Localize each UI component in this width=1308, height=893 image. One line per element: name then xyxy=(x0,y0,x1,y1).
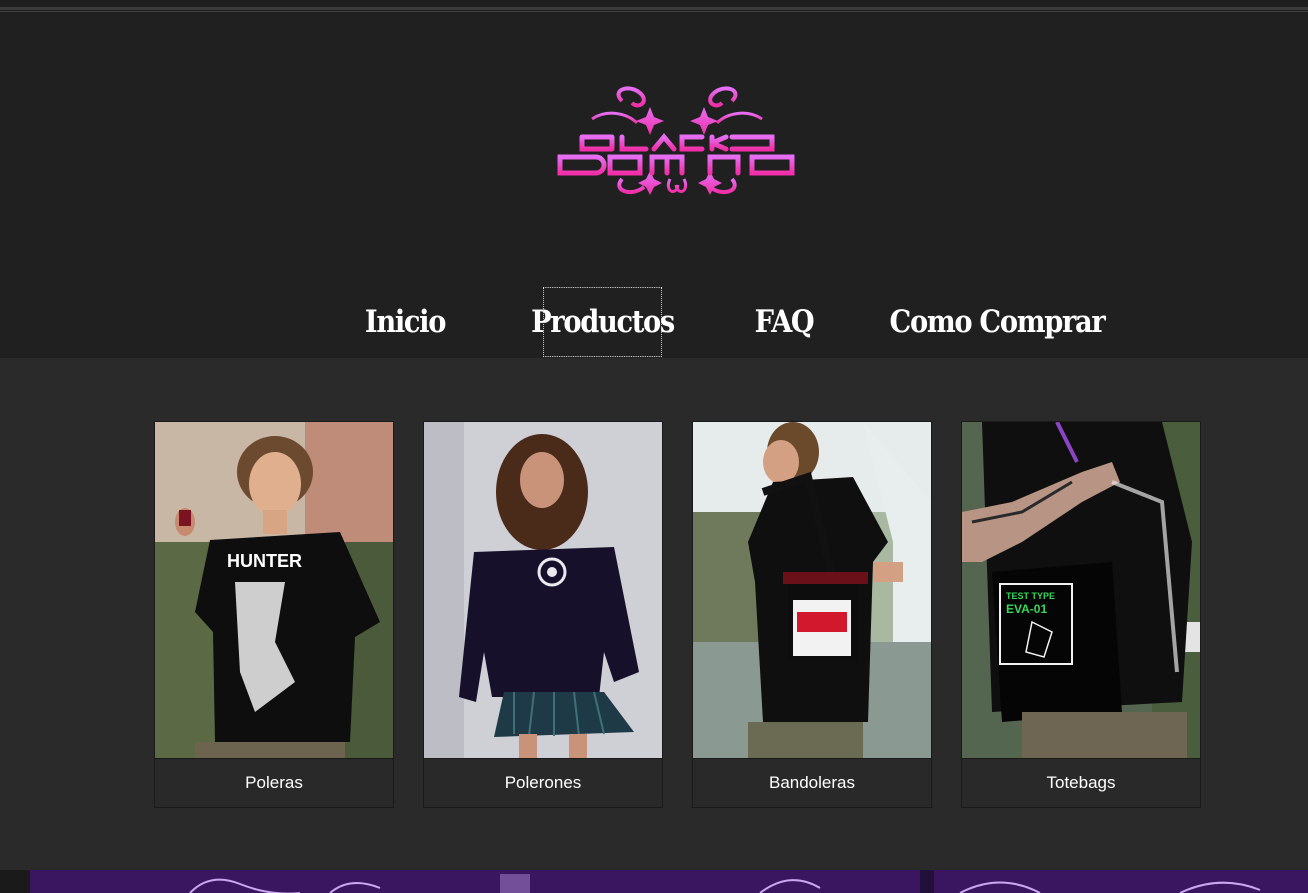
polerones-label[interactable]: Polerones xyxy=(424,758,662,807)
top-strip-divider xyxy=(0,11,1308,12)
bandoleras-photo[interactable] xyxy=(693,422,931,758)
browser-top-strip xyxy=(0,0,1308,13)
bandoleras-label[interactable]: Bandoleras xyxy=(693,758,931,807)
nav-inicio[interactable]: Inicio xyxy=(365,288,447,356)
main-nav: Inicio Productos FAQ Como Comprar xyxy=(0,287,1308,358)
poleras-photo[interactable]: HUNTER xyxy=(155,422,393,758)
category-card-totebags[interactable]: TEST TYPE EVA-01 Totebags xyxy=(961,421,1201,808)
site-header: Inicio Productos FAQ Como Comprar xyxy=(0,13,1308,358)
totebags-photo[interactable]: TEST TYPE EVA-01 xyxy=(962,422,1200,758)
nav-productos[interactable]: Productos xyxy=(531,287,675,357)
totebags-label[interactable]: Totebags xyxy=(962,758,1200,807)
svg-text:TEST TYPE: TEST TYPE xyxy=(1006,591,1055,601)
brand-logo[interactable] xyxy=(552,79,802,199)
poleras-label[interactable]: Poleras xyxy=(155,758,393,807)
product-categories: HUNTER Poleras Polerones Bandoleras TEST… xyxy=(0,358,1308,870)
polerones-photo[interactable] xyxy=(424,422,662,758)
banner-artwork xyxy=(0,870,1308,893)
category-card-poleras[interactable]: HUNTER Poleras xyxy=(154,421,394,808)
category-card-polerones[interactable]: Polerones xyxy=(423,421,663,808)
category-card-bandoleras[interactable]: Bandoleras xyxy=(692,421,932,808)
svg-text:EVA-01: EVA-01 xyxy=(1006,602,1047,616)
brand-logo-graphic xyxy=(557,86,795,195)
promo-banner xyxy=(0,870,1308,893)
svg-text:HUNTER: HUNTER xyxy=(227,551,302,571)
nav-faq[interactable]: FAQ xyxy=(755,288,815,356)
top-strip-line xyxy=(0,7,1308,10)
nav-como-comprar[interactable]: Como Comprar xyxy=(890,288,1106,356)
